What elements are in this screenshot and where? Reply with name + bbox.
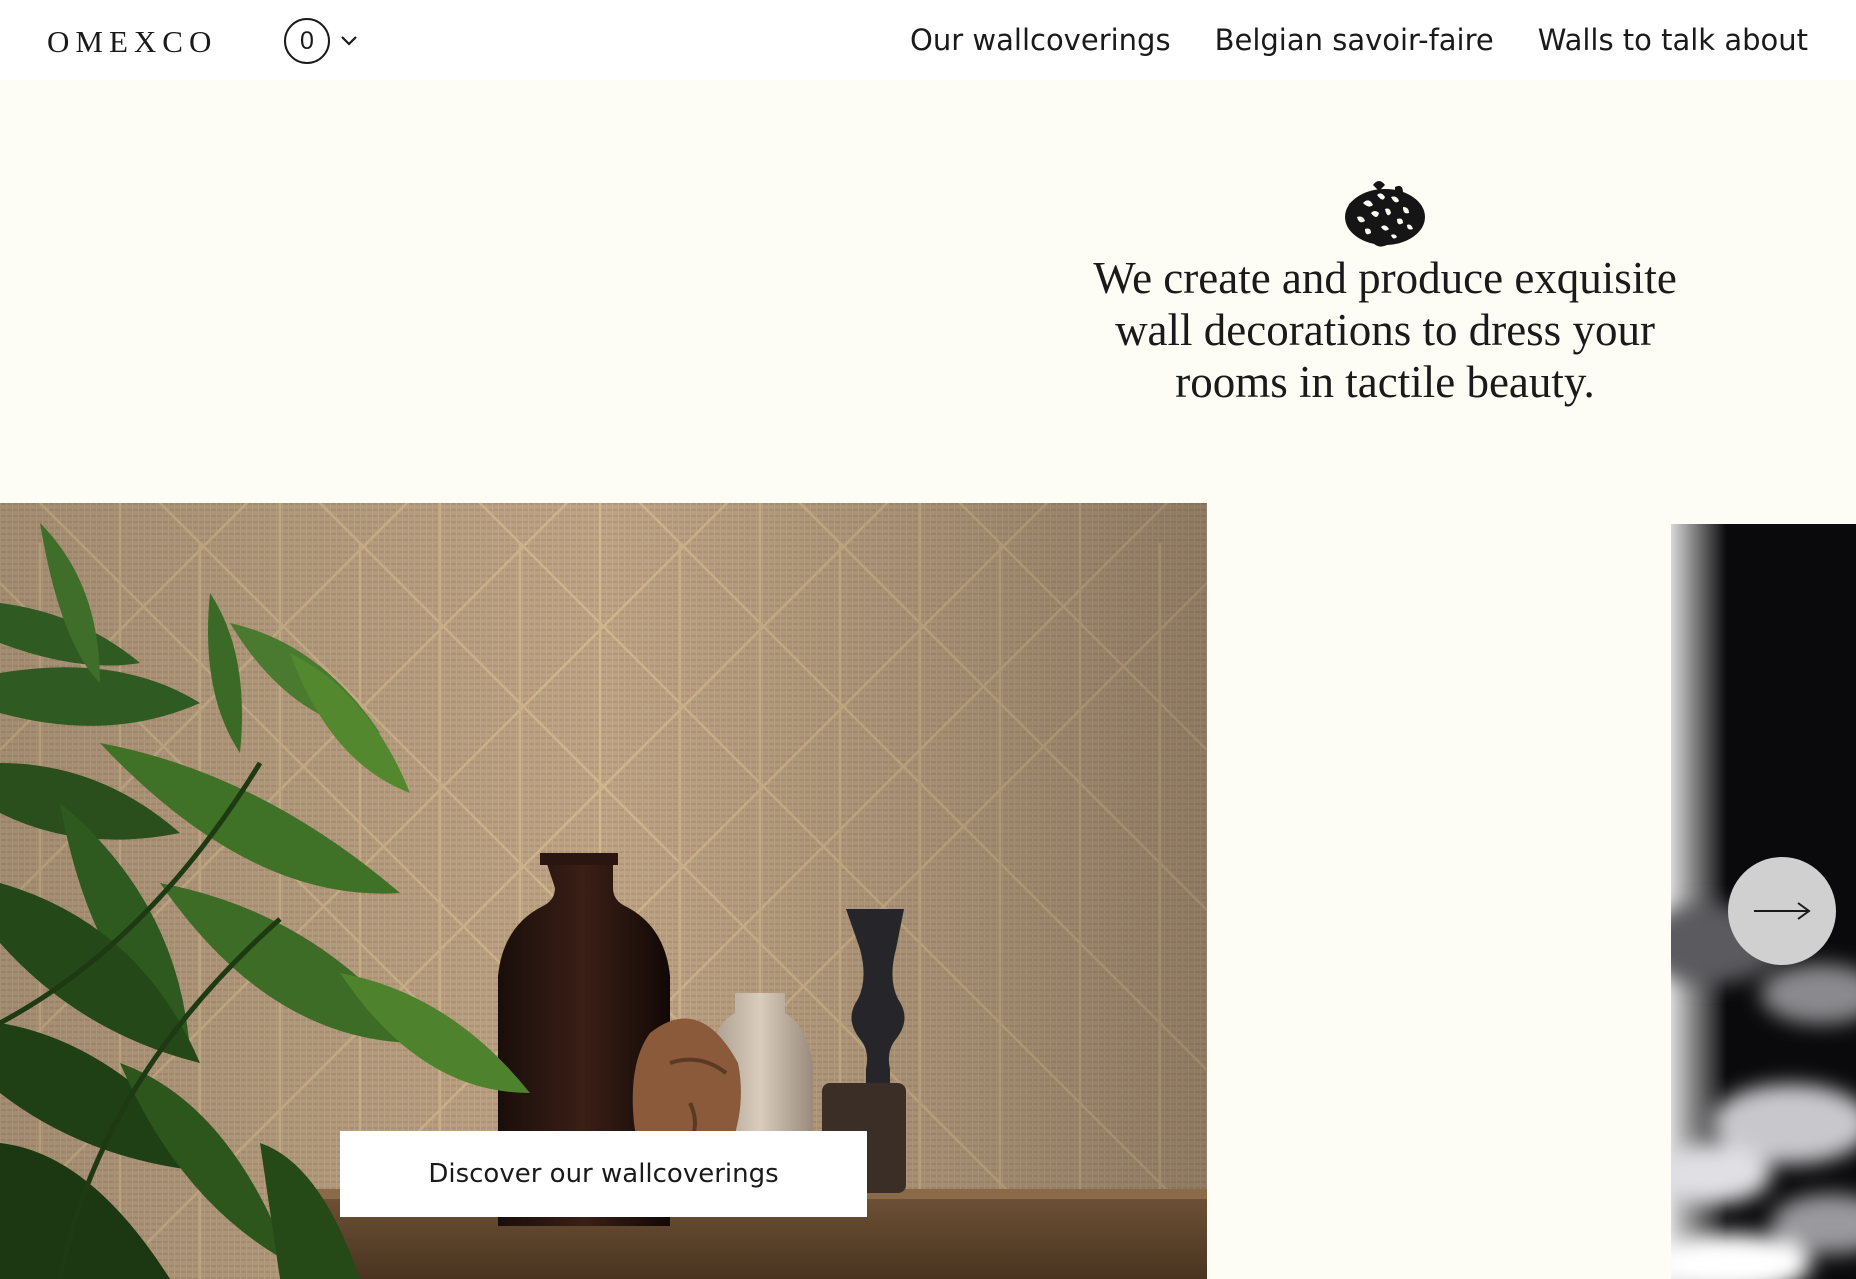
carousel-next-button[interactable]	[1728, 857, 1836, 965]
tagline-line: We create and produce exquisite	[1093, 253, 1677, 303]
arrow-right-icon	[1754, 902, 1811, 920]
tagline-line: wall decorations to dress your	[1115, 305, 1655, 355]
nav-belgian-savoir-faire[interactable]: Belgian savoir-faire	[1215, 20, 1494, 60]
nav-walls-to-talk-about[interactable]: Walls to talk about	[1538, 20, 1808, 60]
discover-wallcoverings-button[interactable]: Discover our wallcoverings	[340, 1131, 867, 1217]
main-nav: Our wallcoverings Belgian savoir-faire W…	[910, 20, 1808, 60]
nav-our-wallcoverings[interactable]: Our wallcoverings	[910, 20, 1171, 60]
cart-count-badge[interactable]: 0	[284, 18, 330, 64]
site-header: OMEXCO 0 Our wallcoverings Belgian savoi…	[0, 0, 1856, 80]
omexco-logo[interactable]: OMEXCO	[47, 22, 217, 62]
floral-emblem-icon	[1345, 181, 1425, 247]
tagline-line: rooms in tactile beauty.	[1175, 357, 1595, 407]
chevron-down-icon[interactable]	[340, 35, 358, 47]
hero-tagline: We create and produce exquisite wall dec…	[1060, 252, 1710, 408]
cart-dropdown[interactable]: 0	[284, 18, 358, 64]
